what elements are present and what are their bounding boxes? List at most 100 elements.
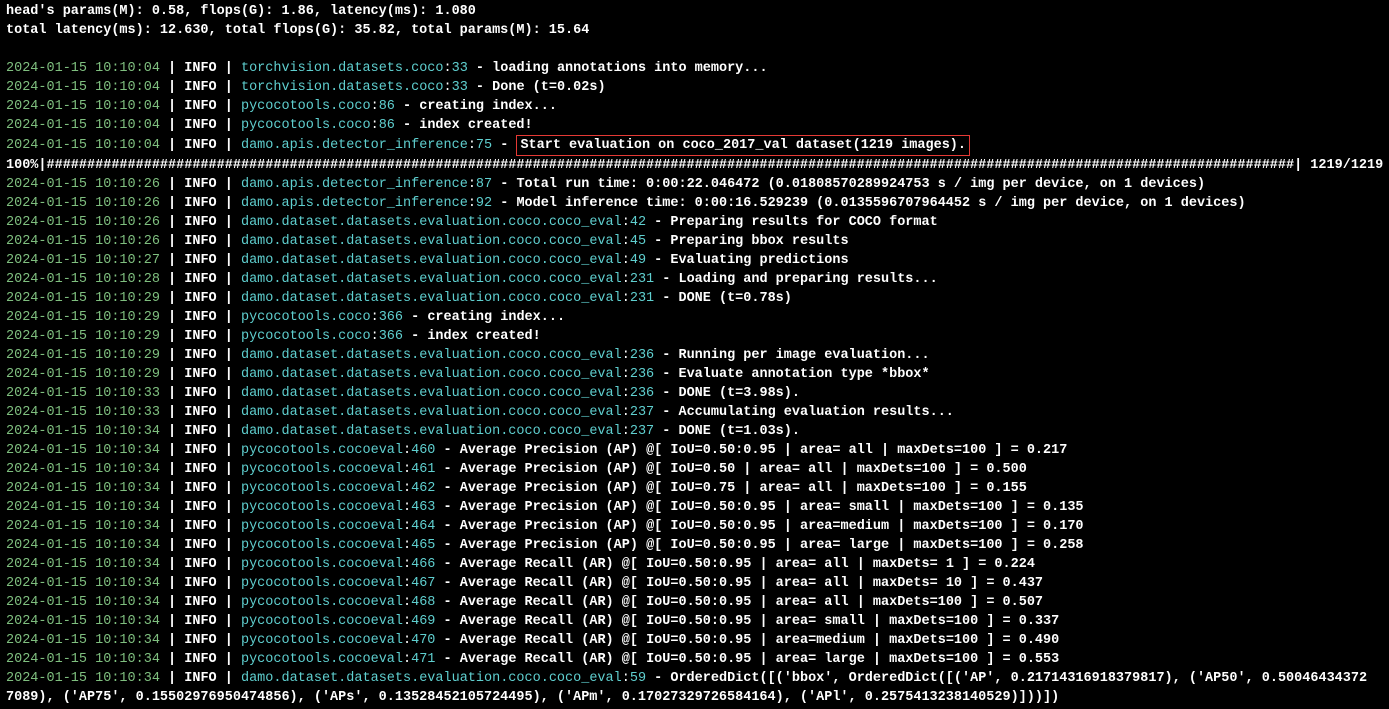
log-source: damo.dataset.datasets.evaluation.coco.co… [241, 424, 622, 439]
log-source: pycocotools.cocoeval [241, 557, 403, 572]
log-level: INFO [184, 614, 216, 629]
log-line: 2024-01-15 10:10:34 | INFO | pycocotools… [6, 612, 1383, 631]
log-level: INFO [184, 215, 216, 230]
log-source: damo.dataset.datasets.evaluation.coco.co… [241, 272, 622, 287]
log-message: DONE (t=0.78s) [678, 291, 791, 306]
log-timestamp: 2024-01-15 10:10:34 [6, 671, 160, 686]
log-lineno: 237 [630, 405, 654, 420]
log-line: 2024-01-15 10:10:29 | INFO | damo.datase… [6, 346, 1383, 365]
log-line: 2024-01-15 10:10:34 | INFO | pycocotools… [6, 574, 1383, 593]
log-lineno: 463 [411, 500, 435, 515]
log-message: DONE (t=1.03s). [678, 424, 800, 439]
log-timestamp: 2024-01-15 10:10:34 [6, 481, 160, 496]
log-message: Preparing bbox results [670, 234, 848, 249]
log-line: 2024-01-15 10:10:26 | INFO | damo.apis.d… [6, 175, 1383, 194]
log-line: 2024-01-15 10:10:34 | INFO | pycocotools… [6, 631, 1383, 650]
log-lineno: 49 [630, 253, 646, 268]
log-source: pycocotools.cocoeval [241, 614, 403, 629]
log-level: INFO [184, 99, 216, 114]
log-message: Average Recall (AR) @[ IoU=0.50:0.95 | a… [460, 576, 1043, 591]
log-lineno: 231 [630, 272, 654, 287]
log-timestamp: 2024-01-15 10:10:33 [6, 386, 160, 401]
log-timestamp: 2024-01-15 10:10:29 [6, 329, 160, 344]
log-lineno: 366 [379, 310, 403, 325]
log-lineno: 461 [411, 462, 435, 477]
log-level: INFO [184, 80, 216, 95]
log-line: 2024-01-15 10:10:34 | INFO | pycocotools… [6, 555, 1383, 574]
log-lineno: 460 [411, 443, 435, 458]
log-level: INFO [184, 138, 216, 153]
log-message: loading annotations into memory... [492, 61, 767, 76]
log-timestamp: 2024-01-15 10:10:26 [6, 177, 160, 192]
log-source: damo.dataset.datasets.evaluation.coco.co… [241, 234, 622, 249]
log-lineno: 75 [476, 138, 492, 153]
log-source: pycocotools.cocoeval [241, 595, 403, 610]
log-source: pycocotools.coco [241, 310, 371, 325]
log-line: 2024-01-15 10:10:29 | INFO | damo.datase… [6, 289, 1383, 308]
log-line: 2024-01-15 10:10:34 | INFO | pycocotools… [6, 441, 1383, 460]
log-timestamp: 2024-01-15 10:10:29 [6, 367, 160, 382]
log-timestamp: 2024-01-15 10:10:04 [6, 118, 160, 133]
log-level: INFO [184, 462, 216, 477]
log-source: pycocotools.cocoeval [241, 481, 403, 496]
log-line: 2024-01-15 10:10:29 | INFO | pycocotools… [6, 308, 1383, 327]
log-timestamp: 2024-01-15 10:10:34 [6, 614, 160, 629]
header-line-2: total latency(ms): 12.630, total flops(G… [6, 21, 1383, 40]
log-level: INFO [184, 576, 216, 591]
log-level: INFO [184, 291, 216, 306]
log-line: 2024-01-15 10:10:04 | INFO | torchvision… [6, 78, 1383, 97]
log-level: INFO [184, 443, 216, 458]
log-lineno: 42 [630, 215, 646, 230]
log-line: 2024-01-15 10:10:26 | INFO | damo.datase… [6, 232, 1383, 251]
log-source: damo.dataset.datasets.evaluation.coco.co… [241, 671, 622, 686]
log-message: Average Recall (AR) @[ IoU=0.50:0.95 | a… [460, 652, 1060, 667]
log-level: INFO [184, 671, 216, 686]
log-message: Total run time: 0:00:22.046472 (0.018085… [516, 177, 1205, 192]
log-source: pycocotools.cocoeval [241, 576, 403, 591]
log-source: damo.dataset.datasets.evaluation.coco.co… [241, 215, 622, 230]
log-line: 2024-01-15 10:10:34 | INFO | pycocotools… [6, 593, 1383, 612]
log-timestamp: 2024-01-15 10:10:04 [6, 61, 160, 76]
log-lineno: 469 [411, 614, 435, 629]
log-message: Average Precision (AP) @[ IoU=0.50:0.95 … [460, 519, 1084, 534]
log-level: INFO [184, 61, 216, 76]
log-timestamp: 2024-01-15 10:10:29 [6, 310, 160, 325]
log-lineno: 468 [411, 595, 435, 610]
log-level: INFO [184, 234, 216, 249]
log-message: Running per image evaluation... [678, 348, 929, 363]
log-timestamp: 2024-01-15 10:10:34 [6, 557, 160, 572]
log-source: damo.dataset.datasets.evaluation.coco.co… [241, 405, 622, 420]
log-lineno: 59 [630, 671, 646, 686]
log-lineno: 92 [476, 196, 492, 211]
log-lineno: 45 [630, 234, 646, 249]
log-message: Average Precision (AP) @[ IoU=0.50:0.95 … [460, 538, 1084, 553]
log-message: Average Recall (AR) @[ IoU=0.50:0.95 | a… [460, 633, 1060, 648]
log-message: creating index... [427, 310, 565, 325]
log-level: INFO [184, 310, 216, 325]
log-level: INFO [184, 177, 216, 192]
log-source: damo.dataset.datasets.evaluation.coco.co… [241, 291, 622, 306]
log-timestamp: 2024-01-15 10:10:04 [6, 80, 160, 95]
log-source: damo.dataset.datasets.evaluation.coco.co… [241, 253, 622, 268]
log-message: Preparing results for COCO format [670, 215, 937, 230]
log-message: Average Precision (AP) @[ IoU=0.50:0.95 … [460, 500, 1084, 515]
log-level: INFO [184, 481, 216, 496]
log-source: pycocotools.cocoeval [241, 443, 403, 458]
log-lineno: 87 [476, 177, 492, 192]
log-timestamp: 2024-01-15 10:10:26 [6, 234, 160, 249]
log-level: INFO [184, 253, 216, 268]
log-timestamp: 2024-01-15 10:10:26 [6, 196, 160, 211]
log-line: 2024-01-15 10:10:26 | INFO | damo.apis.d… [6, 194, 1383, 213]
log-timestamp: 2024-01-15 10:10:28 [6, 272, 160, 287]
terminal-output: head's params(M): 0.58, flops(G): 1.86, … [6, 2, 1383, 707]
log-level: INFO [184, 386, 216, 401]
log-lineno: 470 [411, 633, 435, 648]
highlighted-message: Start evaluation on coco_2017_val datase… [516, 135, 970, 156]
blank-line [6, 40, 1383, 59]
log-lineno: 467 [411, 576, 435, 591]
log-message: creating index... [419, 99, 557, 114]
log-level: INFO [184, 500, 216, 515]
log-level: INFO [184, 557, 216, 572]
log-timestamp: 2024-01-15 10:10:34 [6, 443, 160, 458]
log-line: 2024-01-15 10:10:04 | INFO | pycocotools… [6, 116, 1383, 135]
